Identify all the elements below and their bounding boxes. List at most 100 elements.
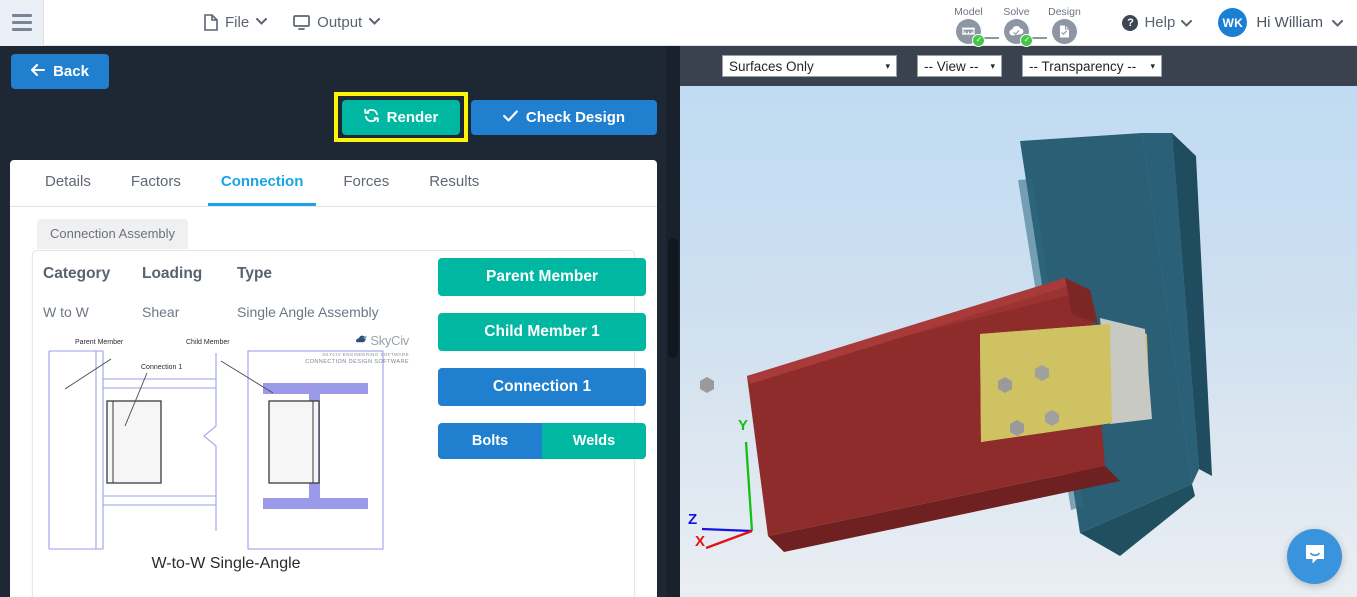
axis-label-y: Y: [738, 417, 748, 434]
left-panel-scrollbar[interactable]: [666, 46, 680, 597]
skyciv-tagline: CONNECTION DESIGN SOFTWARE: [305, 359, 409, 365]
parent-member-button[interactable]: Parent Member: [438, 258, 646, 296]
member-button-stack: Parent Member Child Member 1 Connection …: [438, 258, 646, 459]
axis-triad: Y Z X: [688, 417, 754, 550]
tab-forces[interactable]: Forces: [330, 160, 402, 206]
tab-results[interactable]: Results: [416, 160, 492, 206]
help-button[interactable]: ? Help: [1122, 14, 1193, 31]
user-greeting: Hi William: [1256, 14, 1323, 31]
chat-launcher-button[interactable]: [1287, 529, 1342, 584]
bolts-button[interactable]: Bolts: [438, 423, 542, 459]
connection-1-button[interactable]: Connection 1: [438, 368, 646, 406]
skyciv-name: SkyCiv: [370, 332, 409, 348]
value-type: Single Angle Assembly: [237, 304, 379, 320]
viewport-panel: Surfaces Only ▾ -- View -- ▾ -- Transpar…: [680, 46, 1357, 597]
chevron-down-icon: [369, 17, 381, 28]
header-category: Category: [43, 265, 111, 282]
hamburger-menu-button[interactable]: [0, 0, 44, 46]
skyciv-subtitle: SKYCIV ENGINEERING SOFTWARE: [322, 352, 409, 357]
value-loading: Shear: [142, 304, 180, 320]
design-doc-icon: [1051, 18, 1077, 44]
connection-diagram: Parent Member Connection 1 Child Member …: [41, 331, 411, 591]
top-header: File Output Model ✓ Solve ✓ Design ? Hel…: [0, 0, 1357, 47]
header-loading: Loading: [142, 265, 203, 282]
transparency-select[interactable]: -- Transparency -- ▾: [1022, 55, 1162, 77]
connection-info-table: Category Loading Type W to W Shear Singl…: [43, 265, 379, 320]
value-category: W to W: [43, 304, 89, 320]
chevron-down-icon: ▾: [1150, 60, 1155, 71]
3d-model-render: Y Z X: [688, 133, 1212, 556]
hamburger-icon: [11, 14, 32, 31]
step-model-complete-badge: ✓: [972, 33, 986, 47]
axis-label-z: Z: [688, 511, 697, 528]
workflow-steps: Model ✓ Solve ✓ Design: [944, 0, 1088, 47]
chevron-down-icon: [256, 17, 268, 28]
menu-item-output[interactable]: Output: [293, 14, 381, 31]
diagram-label-parent: Parent Member: [75, 339, 124, 346]
arrow-left-icon: [31, 63, 46, 80]
menu-item-file[interactable]: File: [204, 14, 268, 31]
back-label: Back: [53, 63, 89, 80]
monitor-icon: [293, 15, 311, 30]
application-root: File Output Model ✓ Solve ✓ Design ? Hel…: [0, 0, 1357, 597]
render-highlight-box: Render: [334, 92, 468, 142]
bolts-welds-toggle: Bolts Welds: [438, 423, 646, 459]
view-select[interactable]: -- View -- ▾: [917, 55, 1002, 77]
scrollbar-thumb[interactable]: [668, 238, 678, 358]
connection-info-values: W to W Shear Single Angle Assembly: [43, 304, 379, 320]
3d-canvas[interactable]: Y Z X: [680, 86, 1357, 597]
tab-factors[interactable]: Factors: [118, 160, 194, 206]
display-mode-select[interactable]: Surfaces Only ▾: [722, 55, 897, 77]
viewport-toolbar: Surfaces Only ▾ -- View -- ▾ -- Transpar…: [680, 46, 1357, 86]
diagram-label-connection: Connection 1: [141, 364, 182, 371]
step-solve-complete-badge: ✓: [1020, 33, 1034, 47]
action-toolbar: Back Render Check Design: [0, 46, 680, 142]
step-solve-label: Solve: [1003, 5, 1030, 18]
view-value: -- View --: [924, 58, 979, 74]
chat-bubble-icon: [1302, 541, 1328, 572]
check-design-button[interactable]: Check Design: [471, 100, 657, 135]
connection-assembly-card: Category Loading Type W to W Shear Singl…: [32, 250, 646, 597]
main-menu: File Output: [204, 14, 381, 31]
step-design-label: Design: [1048, 5, 1081, 18]
left-panel: Back Render Check Design Details Factors…: [0, 46, 680, 597]
back-button[interactable]: Back: [11, 54, 109, 89]
connection-info-headers: Category Loading Type: [43, 265, 379, 283]
tab-details[interactable]: Details: [32, 160, 104, 206]
tab-connection[interactable]: Connection: [207, 160, 317, 206]
render-button[interactable]: Render: [342, 99, 460, 135]
chevron-down-icon: ▾: [885, 60, 890, 71]
tab-bar: Details Factors Connection Forces Result…: [10, 160, 657, 207]
sub-tab-bar: Connection Assembly: [10, 207, 657, 249]
menu-item-file-label: File: [225, 14, 250, 31]
chevron-down-icon: [1332, 14, 1343, 32]
display-mode-value: Surfaces Only: [729, 58, 814, 74]
skyciv-logo: SkyCiv SKYCIV ENGINEERING SOFTWARE CONNE…: [305, 331, 409, 366]
welds-button[interactable]: Welds: [542, 423, 646, 459]
step-model[interactable]: Model ✓: [944, 5, 1000, 47]
sub-tab-connection-assembly[interactable]: Connection Assembly: [37, 219, 189, 249]
check-icon: [502, 109, 518, 126]
render-label: Render: [386, 108, 439, 126]
step-model-label: Model: [954, 5, 983, 18]
chevron-down-icon: [1181, 14, 1193, 31]
step-solve[interactable]: Solve ✓: [992, 5, 1048, 47]
refresh-icon: [363, 108, 379, 127]
user-menu[interactable]: WK Hi William: [1218, 8, 1343, 37]
diagram-label-child: Child Member: [186, 339, 230, 346]
connection-panel-card: Details Factors Connection Forces Result…: [10, 160, 657, 597]
check-design-label: Check Design: [525, 109, 626, 126]
bolt: [700, 377, 714, 393]
header-type: Type: [237, 265, 273, 282]
axis-label-x: X: [695, 533, 705, 550]
chevron-down-icon: ▾: [990, 60, 995, 71]
skyciv-mark-icon: [355, 331, 368, 349]
child-member-1-button[interactable]: Child Member 1: [438, 313, 646, 351]
diagram-caption: W-to-W Single-Angle: [151, 555, 301, 572]
help-label: Help: [1144, 14, 1176, 31]
header-right-group: Model ✓ Solve ✓ Design ? Help WK Hi Will…: [944, 0, 1357, 47]
help-icon: ?: [1122, 14, 1139, 31]
menu-item-output-label: Output: [317, 14, 363, 31]
step-design[interactable]: Design: [1040, 6, 1088, 44]
file-icon: [204, 14, 218, 31]
